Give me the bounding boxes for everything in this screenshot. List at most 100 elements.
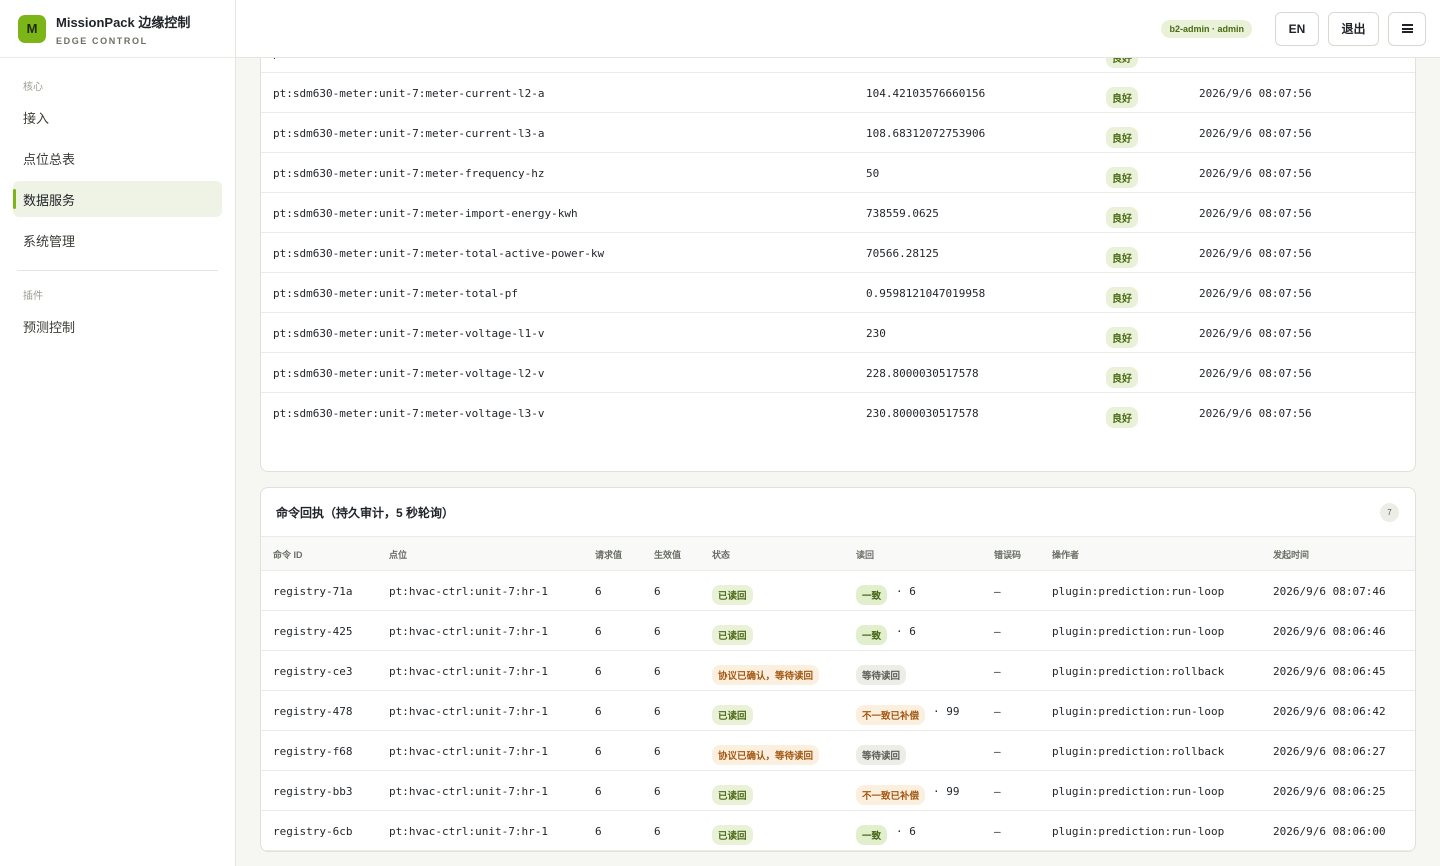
readback-badge: 一致 [856,625,888,645]
col-header-point[interactable]: 点位 [389,548,407,561]
quality-badge: 良好 [1106,407,1138,428]
nav-section-plugins: 插件 [23,291,43,302]
readback-value: · 6 [896,825,916,838]
brand-logo: M [18,14,46,43]
error-code: — [994,665,1001,678]
operator: plugin:prediction:rollback [1052,745,1225,758]
point-id: pt:sdm630-meter:unit-7:meter-total-pf [273,287,519,300]
table-row[interactable]: pt:sdm630-meter:unit-7:meter-current-l2-… [261,72,1415,112]
command-count-badge: 7 [1380,503,1399,522]
point-id: pt:sdm630-meter:unit-7:meter-voltage-l3-… [273,407,545,420]
sidebar-item-label: 系统管理 [23,233,76,249]
point-timestamp: 2026/9/6 08:07:56 [1199,127,1312,140]
brand-title: MissionPack 边缘控制 [56,14,191,30]
table-row[interactable]: registry-bb3 pt:hvac-ctrl:unit-7:hr-1 6 6 已读… [261,771,1415,811]
table-row[interactable]: pt:sdm630-meter:unit-7:meter-voltage-l2-… [261,352,1415,392]
error-code: — [994,745,1001,758]
readback-value: · 6 [896,625,916,638]
status-badge: 协议已确认，等待读回 [712,745,820,765]
point-value: 228.8000030517578 [866,367,979,380]
sidebar-item-access[interactable]: 接入 [13,99,222,135]
effective-value: 6 [654,705,661,718]
operator: plugin:prediction:run-loop [1052,705,1225,718]
point-value: 738559.0625 [866,207,939,220]
table-row[interactable]: pt:sdm630-meter:unit-7:meter-voltage-l3-… [261,392,1415,432]
table-row[interactable]: registry-71a pt:hvac-ctrl:unit-7:hr-1 6 6 已读… [261,571,1415,611]
table-row[interactable]: pt:sdm630-meter:unit-7:meter-current-l3-… [261,112,1415,152]
brand[interactable]: M MissionPack 边缘控制 EDGE CONTROL [0,0,235,58]
readback-badge: 不一致已补偿 [856,705,926,725]
table-row[interactable]: pt:sdm630-meter:unit-7:meter-import-ener… [261,192,1415,232]
command-receipts-title: 命令回执（持久审计，5 秒轮询） [276,506,455,520]
command-point: pt:hvac-ctrl:unit-7:hr-1 [389,785,548,798]
table-row[interactable]: pt:sdm630-meter:unit-7:meter-voltage-l1-… [261,312,1415,352]
requested-value: 6 [595,625,602,638]
point-id: pt:sdm630-meter:unit-7:meter-import-ener… [273,207,578,220]
table-row[interactable]: pt:sdm630-meter:unit-7:meter-total-pf 0.9… [261,272,1415,312]
language-button[interactable]: EN [1275,11,1319,46]
point-timestamp: 2026/9/6 08:07:56 [1199,207,1312,220]
quality-badge: 良好 [1106,207,1138,228]
point-timestamp: 2026/9/6 08:07:56 [1199,367,1312,380]
command-id: registry-ce3 [273,665,353,678]
command-timestamp: 2026/9/6 08:06:46 [1273,625,1386,638]
readback-badge: 不一致已补偿 [856,785,926,805]
user-badge: b2-admin · admin [1161,19,1252,38]
col-header-operator[interactable]: 操作者 [1052,548,1079,561]
nav-section-core: 核心 [23,82,43,93]
table-row[interactable]: registry-ce3 pt:hvac-ctrl:unit-7:hr-1 6 6 协议… [261,651,1415,691]
col-header-readback[interactable]: 读回 [856,548,874,561]
command-point: pt:hvac-ctrl:unit-7:hr-1 [389,705,548,718]
operator: plugin:prediction:rollback [1052,665,1225,678]
point-value: 50 [866,167,880,180]
point-timestamp: 2026/9/6 08:07:56 [1199,407,1312,420]
requested-value: 6 [595,705,602,718]
sidebar: M MissionPack 边缘控制 EDGE CONTROL 核心 接入 点位… [0,0,236,866]
point-timestamp: 2026/9/6 08:07:56 [1199,327,1312,340]
readback-badge: 等待读回 [856,665,907,685]
nav-divider [17,270,218,271]
sidebar-item-data-service[interactable]: 数据服务 [13,181,222,217]
readback-value: · 99 [933,705,960,718]
menu-button[interactable] [1388,11,1426,46]
table-row[interactable]: registry-6cb pt:hvac-ctrl:unit-7:hr-1 6 6 已读… [261,811,1415,851]
quality-badge: 良好 [1106,367,1138,388]
readback-badge: 等待读回 [856,745,907,765]
effective-value: 6 [654,825,661,838]
table-row[interactable]: registry-f68 pt:hvac-ctrl:unit-7:hr-1 6 6 协议… [261,731,1415,771]
col-header-time[interactable]: 发起时间 [1273,548,1309,561]
table-row[interactable]: pt:sdm630-meter:unit-7:meter-total-activ… [261,232,1415,272]
effective-value: 6 [654,585,661,598]
table-row[interactable]: pt:sdm630-meter:unit-7:meter-frequency-h… [261,152,1415,192]
col-header-effective[interactable]: 生效值 [654,548,681,561]
col-header-error-code[interactable]: 错误码 [994,548,1021,561]
sidebar-item-point-table[interactable]: 点位总表 [13,140,222,176]
sidebar-item-label: 点位总表 [23,151,76,167]
table-row[interactable]: registry-425 pt:hvac-ctrl:unit-7:hr-1 6 6 已读… [261,611,1415,651]
col-header-id[interactable]: 命令 ID [273,548,303,561]
command-id: registry-71a [273,585,353,598]
quality-badge: 良好 [1106,247,1138,268]
status-badge: 已读回 [712,625,753,645]
col-header-requested[interactable]: 请求值 [595,548,622,561]
col-header-status[interactable]: 状态 [712,548,730,561]
logout-button[interactable]: 退出 [1328,11,1379,46]
table-row[interactable]: registry-478 pt:hvac-ctrl:unit-7:hr-1 6 6 已读… [261,691,1415,731]
command-point: pt:hvac-ctrl:unit-7:hr-1 [389,665,548,678]
point-timestamp: 2026/9/6 08:07:56 [1199,287,1312,300]
requested-value: 6 [595,665,602,678]
command-timestamp: 2026/9/6 08:07:46 [1273,585,1386,598]
point-id: pt:sdm630-meter:unit-7:meter-current-l3-… [273,127,545,140]
point-value: 230 [866,327,886,340]
command-timestamp: 2026/9/6 08:06:00 [1273,825,1386,838]
status-badge: 已读回 [712,825,753,845]
sidebar-item-system-admin[interactable]: 系统管理 [13,222,222,258]
requested-value: 6 [595,825,602,838]
quality-badge: 良好 [1106,167,1138,188]
sidebar-item-predictive-control[interactable]: 预测控制 [13,308,222,344]
point-value: 108.68312072753906 [866,127,986,140]
sidebar-item-label: 接入 [23,110,50,126]
effective-value: 6 [654,665,661,678]
hamburger-icon [1401,24,1413,33]
error-code: — [994,625,1001,638]
